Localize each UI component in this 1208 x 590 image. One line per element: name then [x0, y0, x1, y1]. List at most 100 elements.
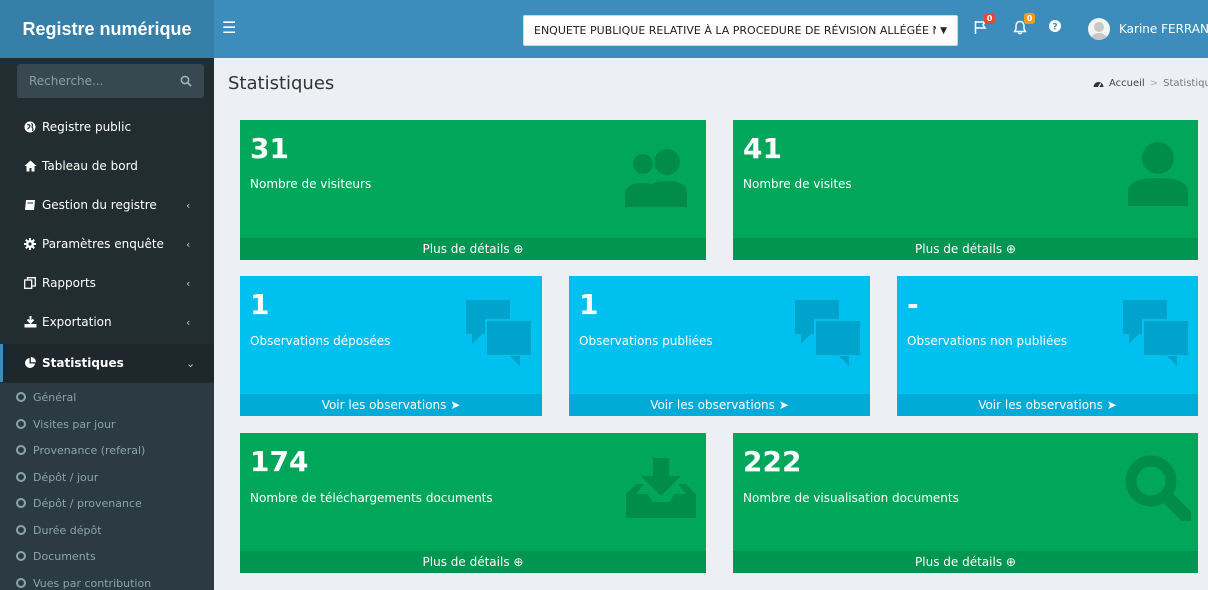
user-icon [1128, 142, 1188, 206]
stat-label: Observations non publiées [907, 334, 1068, 348]
sidebar-item-label: Gestion du registre [42, 198, 157, 212]
circle-icon [16, 392, 26, 402]
survey-select-value: ENQUETE PUBLIQUE RELATIVE À LA PROCEDURE… [534, 24, 937, 37]
question-circle-icon: ? [1049, 20, 1061, 33]
sidebar-item-registre-public[interactable]: Registre public [0, 108, 214, 146]
arrow-circle-right-icon: ➤ [1106, 398, 1117, 412]
stat-details-link[interactable]: Plus de détails ⊕ [733, 238, 1198, 260]
circle-icon [16, 578, 26, 588]
stat-box-observations-non-publiees: - Observations non publiées Voir les obs… [897, 276, 1198, 416]
submenu-label: Vues par contribution [33, 576, 152, 590]
sidebar-item-label: Tableau de bord [42, 159, 138, 173]
stat-value: 31 [250, 132, 289, 165]
chevron-left-icon: ‹ [186, 315, 191, 329]
submenu-item-duree-depot[interactable]: Durée dépôt [16, 519, 102, 541]
download-icon [24, 316, 37, 328]
stat-details-link[interactable]: Plus de détails ⊕ [240, 238, 706, 260]
search-icon [1125, 455, 1191, 521]
submenu-item-visites-par-jour[interactable]: Visites par jour [16, 413, 115, 435]
stat-box-telechargements: 174 Nombre de téléchargements documents … [240, 433, 706, 573]
sidebar-item-gestion-du-registre[interactable]: Gestion du registre ‹ [0, 186, 214, 224]
arrow-circle-right-icon: ➤ [450, 398, 461, 412]
circle-icon [16, 525, 26, 535]
sidebar-item-exportation[interactable]: Exportation ‹ [0, 303, 214, 341]
search-icon[interactable] [180, 75, 192, 87]
zoom-in-icon: ⊕ [513, 242, 524, 256]
stat-box-visualisation: 222 Nombre de visualisation documents Pl… [733, 433, 1198, 573]
submenu-item-general[interactable]: Général [16, 386, 76, 408]
submenu-item-provenance[interactable]: Provenance (referal) [16, 439, 145, 461]
comments-icon [795, 300, 862, 366]
submenu-item-vues-par-contribution[interactable]: Vues par contribution [16, 572, 151, 590]
sidebar-item-statistiques[interactable]: Statistiques ⌄ [0, 344, 214, 382]
chevron-left-icon: ‹ [186, 276, 191, 290]
sidebar-item-label: Exportation [42, 315, 112, 329]
sidebar-item-parametres-enquete[interactable]: Paramètres enquête ‹ [0, 225, 214, 263]
submenu-item-documents[interactable]: Documents [16, 545, 96, 567]
stat-value: 1 [579, 288, 599, 321]
sidebar-item-rapports[interactable]: Rapports ‹ [0, 264, 214, 302]
home-icon [24, 160, 37, 172]
svg-text:?: ? [1052, 23, 1057, 33]
sidebar-item-tableau-de-bord[interactable]: Tableau de bord [0, 147, 214, 185]
stat-footer-label: Voir les observations [650, 398, 775, 412]
sidebar-item-label: Paramètres enquête [42, 237, 164, 251]
stat-label: Nombre de visites [743, 177, 852, 191]
download-tray-icon [626, 458, 696, 518]
flag-notifications-button[interactable]: 0 [974, 13, 995, 39]
stat-label: Observations publiées [579, 334, 713, 348]
page-title: Statistiques [228, 73, 335, 94]
view-observations-link[interactable]: Voir les observations ➤ [240, 394, 542, 416]
bell-badge: 0 [1024, 13, 1035, 24]
sidebar-item-label: Statistiques [42, 356, 124, 370]
sidebar-search[interactable]: Recherche... [17, 64, 204, 98]
copy-icon [24, 277, 36, 289]
arrow-circle-right-icon: ➤ [778, 398, 789, 412]
bell-notifications-button[interactable]: 0 [1013, 13, 1035, 39]
book-icon [25, 200, 35, 210]
comments-icon [1123, 300, 1190, 366]
chevron-down-icon: ▼ [940, 25, 947, 36]
breadcrumb-home-link[interactable]: Accueil [1109, 78, 1145, 89]
stat-footer-label: Plus de détails [422, 242, 510, 256]
help-button[interactable]: ? [1049, 20, 1061, 36]
breadcrumb-current: Statistiques [1163, 78, 1208, 89]
submenu-label: Général [33, 390, 77, 404]
sidebar-item-label: Registre public [42, 120, 132, 134]
stat-details-link[interactable]: Plus de détails ⊕ [240, 551, 706, 573]
stat-label: Nombre de visiteurs [250, 177, 372, 191]
submenu-label: Visites par jour [33, 417, 116, 431]
app-brand[interactable]: Registre numérique [0, 0, 214, 58]
stat-value: - [907, 288, 919, 321]
submenu-label: Documents [33, 549, 96, 563]
search-input[interactable]: Recherche... [29, 74, 180, 88]
stat-footer-label: Plus de détails [915, 242, 1003, 256]
sidebar-toggle-icon[interactable]: ☰ [222, 18, 238, 38]
submenu-item-depot-jour[interactable]: Dépôt / jour [16, 466, 98, 488]
gear-icon [24, 238, 36, 250]
circle-icon [16, 551, 26, 561]
top-navbar: Registre numérique ☰ ENQUETE PUBLIQUE RE… [0, 0, 1208, 58]
stat-details-link[interactable]: Plus de détails ⊕ [733, 551, 1198, 573]
stat-value: 1 [250, 288, 270, 321]
users-icon [625, 149, 687, 207]
brand-label: Registre numérique [22, 18, 192, 39]
pie-chart-icon [25, 357, 36, 368]
circle-icon [16, 445, 26, 455]
submenu-label: Provenance (referal) [33, 443, 146, 457]
comments-icon [466, 300, 533, 366]
view-observations-link[interactable]: Voir les observations ➤ [897, 394, 1198, 416]
sidebar-item-label: Rapports [42, 276, 96, 290]
user-menu[interactable]: Karine FERRANTE [1088, 17, 1208, 41]
view-observations-link[interactable]: Voir les observations ➤ [569, 394, 870, 416]
stat-footer-label: Voir les observations [978, 398, 1103, 412]
submenu-label: Dépôt / provenance [33, 496, 142, 510]
stat-footer-label: Voir les observations [321, 398, 447, 412]
flag-badge: 0 [984, 13, 995, 24]
stat-box-visiteurs: 31 Nombre de visiteurs Plus de détails ⊕ [240, 120, 706, 260]
survey-select[interactable]: ENQUETE PUBLIQUE RELATIVE À LA PROCEDURE… [523, 15, 958, 46]
circle-icon [16, 419, 26, 429]
stat-box-visites: 41 Nombre de visites Plus de détails ⊕ [733, 120, 1198, 260]
submenu-item-depot-provenance[interactable]: Dépôt / provenance [16, 492, 142, 514]
stat-value: 174 [250, 445, 309, 478]
